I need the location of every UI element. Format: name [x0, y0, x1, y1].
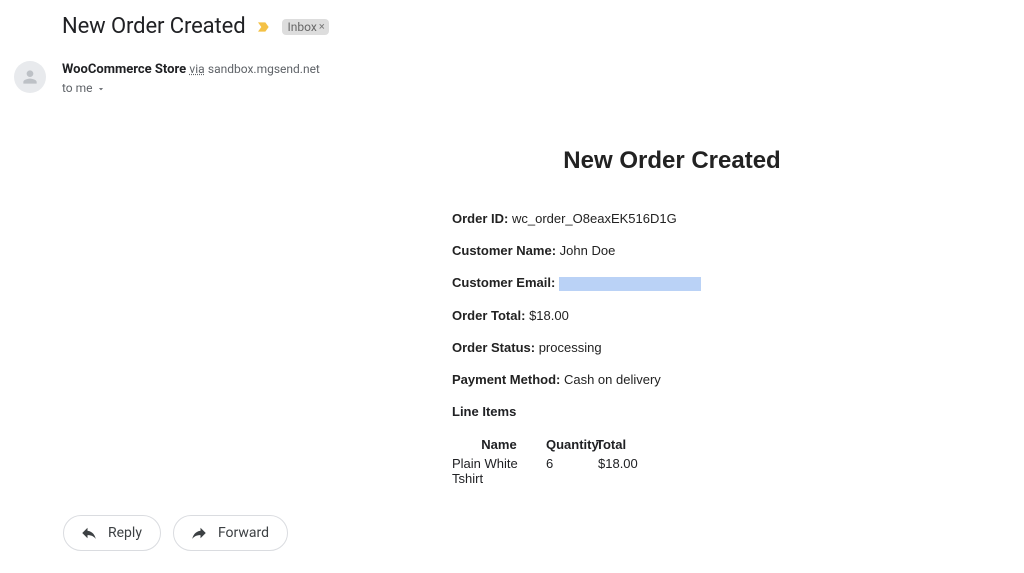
- customer-email-row: Customer Email:: [452, 275, 992, 291]
- reply-icon: [80, 524, 98, 542]
- chevron-down-icon: [96, 84, 106, 94]
- via-domain: sandbox.mgsend.net: [208, 62, 320, 76]
- body-title: New Order Created: [352, 147, 992, 175]
- th-total: Total: [596, 437, 640, 452]
- td-quantity: 6: [546, 456, 596, 486]
- line-items-heading: Line Items: [452, 404, 992, 419]
- remove-label-icon[interactable]: ×: [319, 20, 325, 33]
- person-icon: [20, 67, 40, 87]
- via-label: via: [189, 62, 204, 76]
- reply-label: Reply: [108, 525, 142, 541]
- forward-label: Forward: [218, 525, 269, 541]
- redacted-email: [559, 277, 701, 291]
- th-quantity: Quantity: [546, 437, 596, 452]
- recipient-dropdown[interactable]: to me: [62, 80, 320, 97]
- payment-method-row: Payment Method: Cash on delivery: [452, 372, 992, 387]
- order-id-row: Order ID: wc_order_O8eaxEK516D1G: [452, 211, 992, 226]
- order-status-row: Order Status: processing: [452, 340, 992, 355]
- email-subject: New Order Created: [62, 14, 246, 39]
- forward-button[interactable]: Forward: [173, 515, 288, 551]
- important-marker-icon[interactable]: [256, 19, 272, 35]
- forward-icon: [190, 524, 208, 542]
- line-items-table: Name Quantity Total Plain White Tshirt 6…: [452, 437, 992, 486]
- to-line-text: to me: [62, 80, 93, 97]
- td-name: Plain White Tshirt: [452, 456, 546, 486]
- inbox-label-chip[interactable]: Inbox ×: [282, 19, 329, 35]
- reply-button[interactable]: Reply: [63, 515, 161, 551]
- th-name: Name: [452, 437, 546, 452]
- email-body: New Order Created Order ID: wc_order_O8e…: [452, 147, 992, 486]
- sender-avatar[interactable]: [14, 61, 46, 93]
- td-total: $18.00: [596, 456, 640, 486]
- order-total-row: Order Total: $18.00: [452, 308, 992, 323]
- customer-name-row: Customer Name: John Doe: [452, 243, 992, 258]
- inbox-label-text: Inbox: [288, 20, 317, 34]
- table-row: Plain White Tshirt 6 $18.00: [452, 456, 992, 486]
- sender-name: WooCommerce Store: [62, 62, 186, 77]
